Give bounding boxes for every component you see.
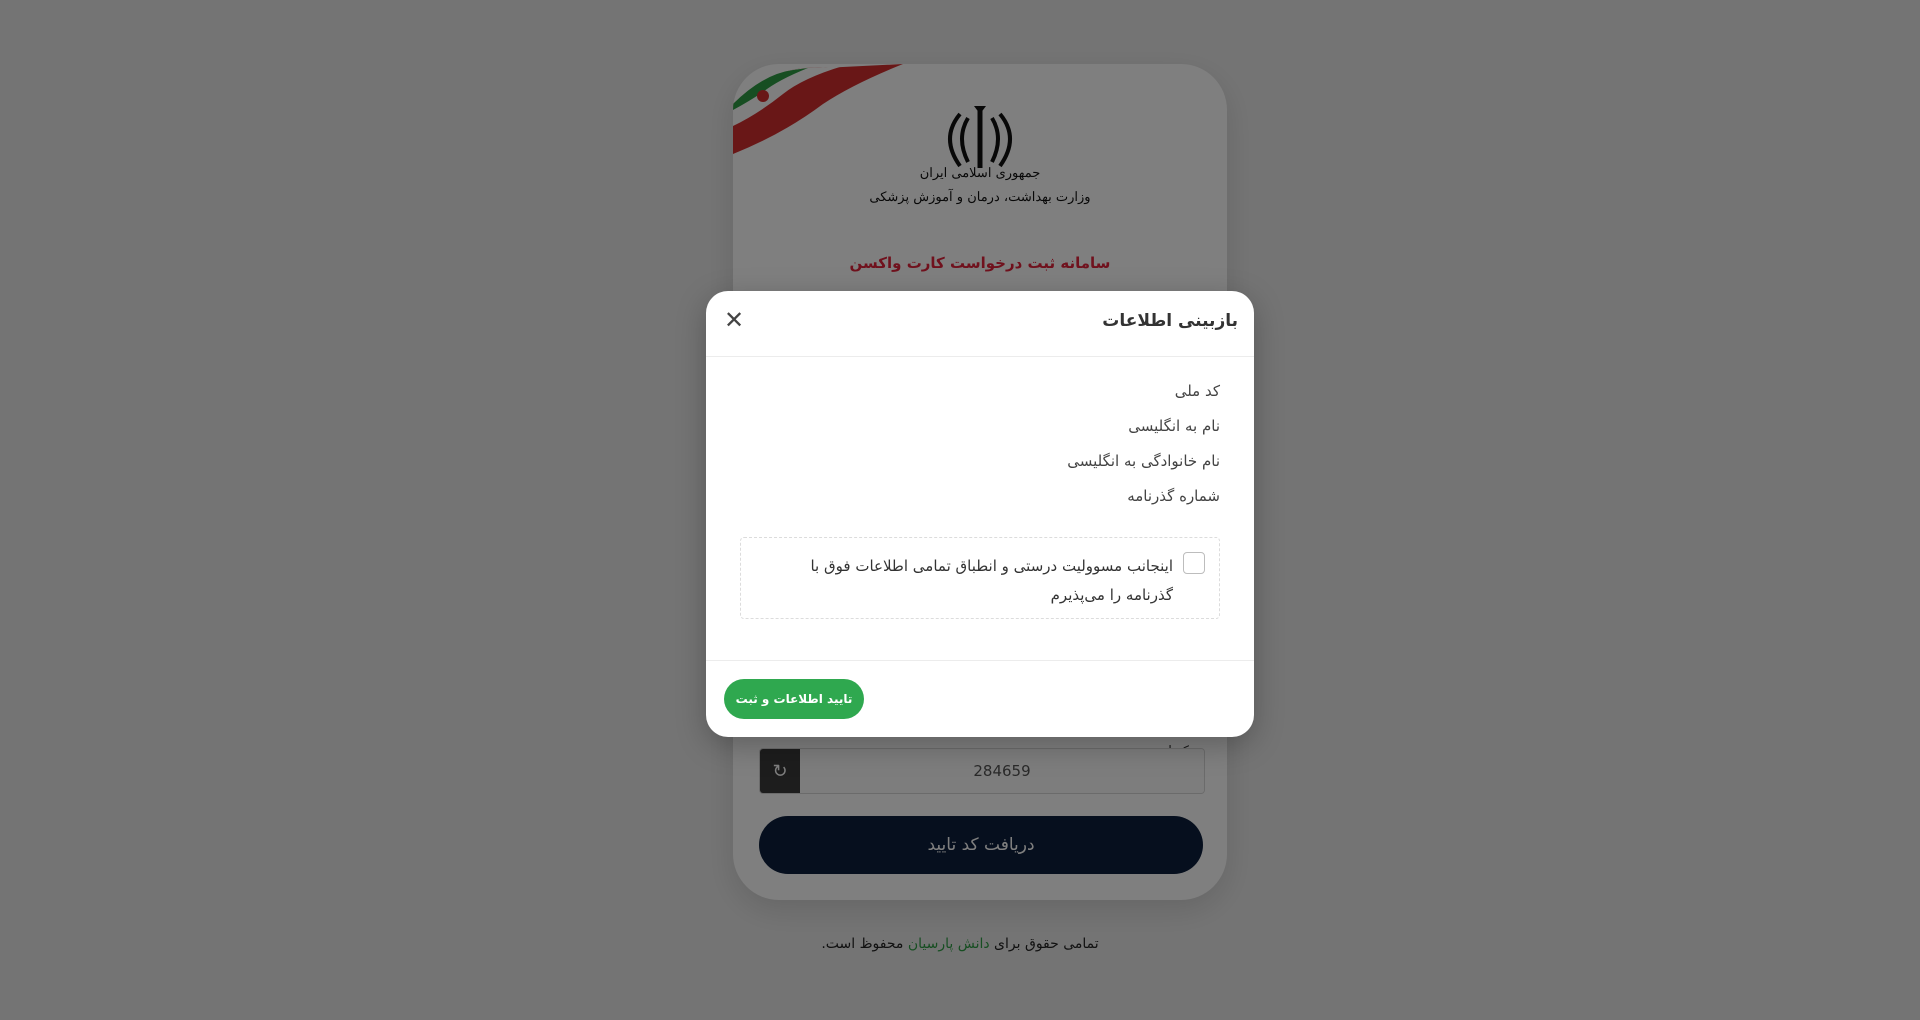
field-passport-number: شماره گذرنامه (740, 483, 1220, 509)
field-label: کد ملی (1174, 382, 1220, 400)
modal-footer: تایید اطلاعات و ثبت (706, 660, 1254, 737)
review-info-modal: بازبینی اطلاعات ✕ کد ملی نام به انگلیسی … (706, 291, 1254, 737)
agreement-box: اینجانب مسوولیت درستی و انطباق تمامی اطل… (740, 537, 1220, 619)
field-label: نام به انگلیسی (1128, 417, 1220, 435)
field-label: شماره گذرنامه (1127, 487, 1220, 505)
agreement-checkbox[interactable] (1183, 552, 1205, 574)
modal-title: بازبینی اطلاعات (1102, 311, 1238, 331)
field-first-name-english: نام به انگلیسی (740, 413, 1220, 439)
field-last-name-english: نام خانوادگی به انگلیسی (740, 448, 1220, 474)
modal-header: بازبینی اطلاعات ✕ (706, 291, 1254, 357)
agreement-text: اینجانب مسوولیت درستی و انطباق تمامی اطل… (810, 557, 1173, 604)
close-icon: ✕ (723, 307, 745, 334)
field-national-code: کد ملی (740, 378, 1220, 404)
field-label: نام خانوادگی به انگلیسی (1067, 452, 1220, 470)
close-button[interactable]: ✕ (720, 307, 748, 335)
confirm-and-submit-button[interactable]: تایید اطلاعات و ثبت (724, 679, 864, 719)
